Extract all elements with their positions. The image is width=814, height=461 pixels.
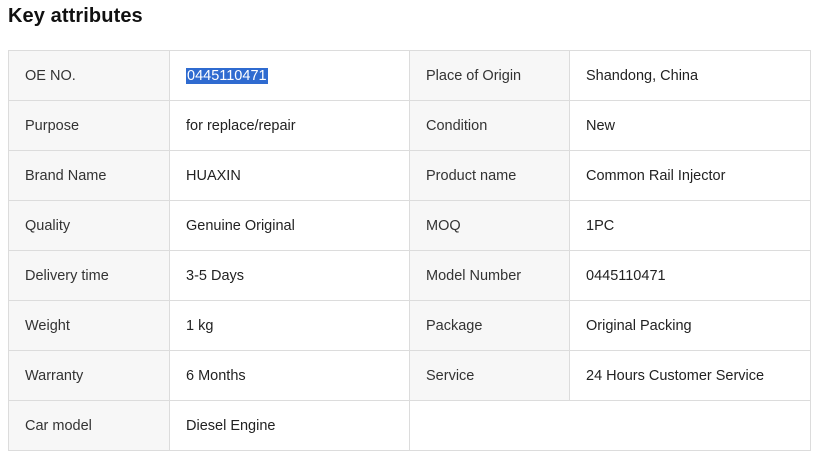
attribute-value: 24 Hours Customer Service xyxy=(569,350,811,401)
attribute-key: Product name xyxy=(409,150,570,201)
attribute-key: Model Number xyxy=(409,250,570,301)
table-row: Weight 1 kg Package Original Packing xyxy=(8,300,811,351)
attribute-key: Package xyxy=(409,300,570,351)
attribute-value: Original Packing xyxy=(569,300,811,351)
attribute-value: Diesel Engine xyxy=(169,400,410,451)
attribute-value: New xyxy=(569,100,811,151)
table-row: Purpose for replace/repair Condition New xyxy=(8,100,811,151)
attribute-value: Shandong, China xyxy=(569,50,811,101)
attribute-value: Common Rail Injector xyxy=(569,150,811,201)
attribute-value: HUAXIN xyxy=(169,150,410,201)
table-row: Delivery time 3-5 Days Model Number 0445… xyxy=(8,250,811,301)
attribute-key: Brand Name xyxy=(8,150,170,201)
attribute-value[interactable]: 0445110471 xyxy=(169,50,410,101)
attribute-key: Weight xyxy=(8,300,170,351)
attribute-value: Genuine Original xyxy=(169,200,410,251)
attribute-key: Place of Origin xyxy=(409,50,570,101)
section-title: Key attributes xyxy=(8,5,143,27)
table-row: Quality Genuine Original MOQ 1PC xyxy=(8,200,811,251)
table-row: OE NO. 0445110471 Place of Origin Shando… xyxy=(8,50,811,101)
attributes-table: OE NO. 0445110471 Place of Origin Shando… xyxy=(8,50,811,451)
attribute-key: Quality xyxy=(8,200,170,251)
table-row: Warranty 6 Months Service 24 Hours Custo… xyxy=(8,350,811,401)
attribute-value: 1PC xyxy=(569,200,811,251)
empty-cell xyxy=(409,400,811,451)
attribute-value: 0445110471 xyxy=(569,250,811,301)
table-row: Brand Name HUAXIN Product name Common Ra… xyxy=(8,150,811,201)
attribute-key: Purpose xyxy=(8,100,170,151)
attribute-value: 6 Months xyxy=(169,350,410,401)
attribute-key: Service xyxy=(409,350,570,401)
attribute-key: Delivery time xyxy=(8,250,170,301)
attribute-key: MOQ xyxy=(409,200,570,251)
attribute-value: for replace/repair xyxy=(169,100,410,151)
selected-text[interactable]: 0445110471 xyxy=(186,67,268,84)
attribute-value: 1 kg xyxy=(169,300,410,351)
attribute-value: 3-5 Days xyxy=(169,250,410,301)
attribute-key: Condition xyxy=(409,100,570,151)
attribute-key: Warranty xyxy=(8,350,170,401)
attribute-key: Car model xyxy=(8,400,170,451)
attribute-key: OE NO. xyxy=(8,50,170,101)
table-row: Car model Diesel Engine xyxy=(8,400,811,451)
